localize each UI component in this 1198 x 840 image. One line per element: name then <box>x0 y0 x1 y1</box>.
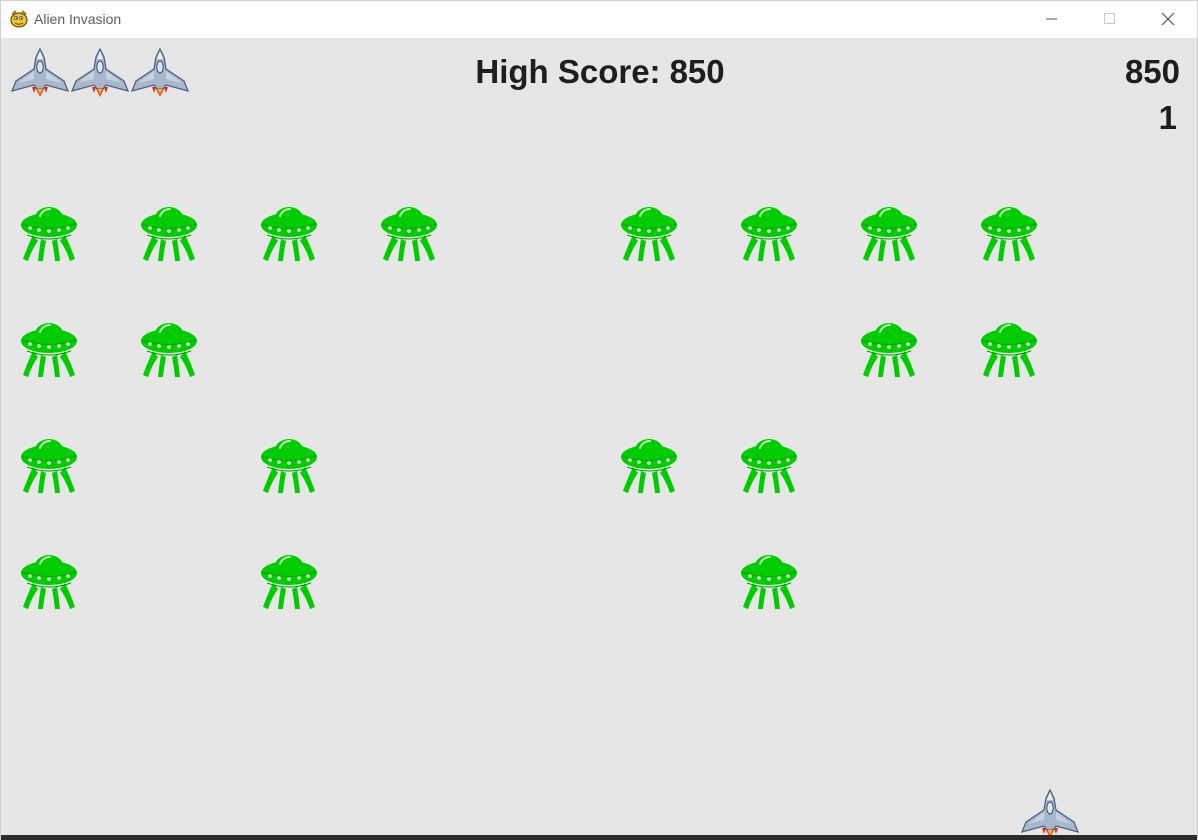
window-title: Alien Invasion <box>34 11 122 27</box>
minimize-button[interactable] <box>1023 1 1081 37</box>
alien-icon <box>261 207 317 261</box>
alien-icon <box>141 323 197 377</box>
alien-icon <box>861 207 917 261</box>
player-ship-icon[interactable] <box>1020 788 1080 835</box>
maximize-button[interactable] <box>1081 1 1139 37</box>
alien-icon <box>741 439 797 493</box>
minimize-icon <box>1046 18 1057 20</box>
game-window: Alien Invasion High Score: 850 850 1 <box>0 0 1198 840</box>
alien-icon <box>981 323 1037 377</box>
level: 1 <box>1158 99 1177 136</box>
alien-icon <box>21 555 77 609</box>
title-bar[interactable]: Alien Invasion <box>1 1 1197 37</box>
alien-icon <box>981 207 1037 261</box>
game-canvas[interactable]: High Score: 850 850 1 <box>1 38 1197 835</box>
high-score: High Score: 850 <box>1 53 1197 91</box>
alien-icon <box>741 207 797 261</box>
pygame-snake-icon <box>10 10 28 28</box>
alien-icon <box>381 207 437 261</box>
bottom-border <box>1 835 1197 840</box>
high-score-label: High Score: <box>475 53 661 90</box>
alien-icon <box>621 439 677 493</box>
close-icon <box>1161 12 1175 26</box>
alien-icon <box>141 207 197 261</box>
alien-icon <box>261 555 317 609</box>
alien-icon <box>861 323 917 377</box>
close-button[interactable] <box>1139 1 1197 37</box>
alien-icon <box>741 555 797 609</box>
alien-icon <box>21 323 77 377</box>
alien-icon <box>261 439 317 493</box>
score: 850 <box>1124 53 1180 90</box>
maximize-icon <box>1104 13 1115 24</box>
alien-icon <box>21 207 77 261</box>
alien-icon <box>21 439 77 493</box>
alien-icon <box>621 207 677 261</box>
high-score-value: 850 <box>669 53 725 90</box>
